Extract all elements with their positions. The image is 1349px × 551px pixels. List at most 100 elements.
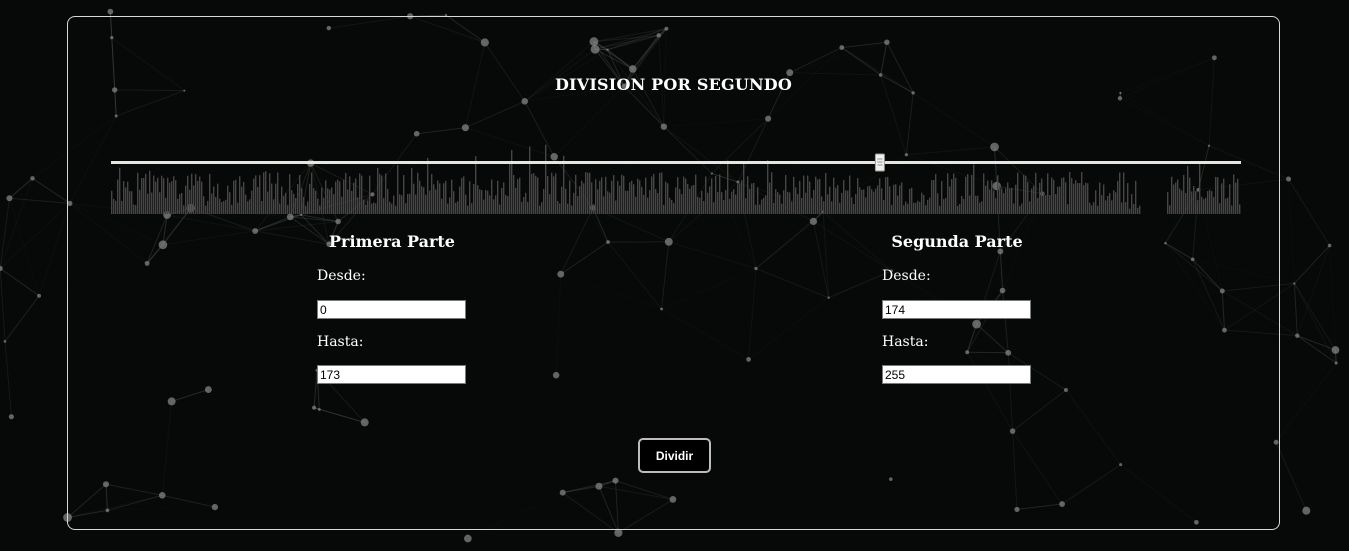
waveform-bar bbox=[947, 173, 949, 214]
waveform-bar bbox=[219, 198, 221, 214]
waveform-bar bbox=[1209, 189, 1211, 214]
waveform-bar bbox=[725, 190, 727, 214]
waveform-bar bbox=[675, 187, 677, 214]
waveform-bar bbox=[891, 205, 893, 214]
waveform-bar bbox=[155, 181, 157, 214]
waveform-bar bbox=[545, 144, 547, 214]
waveform-bar bbox=[1071, 178, 1073, 214]
waveform-bar bbox=[705, 176, 707, 214]
waveform-bar bbox=[823, 201, 825, 214]
waveform-bar bbox=[445, 180, 447, 214]
first-part-from-input[interactable] bbox=[317, 300, 466, 319]
waveform-bar bbox=[523, 196, 525, 214]
waveform-bar bbox=[1225, 198, 1227, 214]
waveform-bar bbox=[569, 180, 571, 214]
divide-button[interactable]: Dividir bbox=[638, 438, 711, 473]
waveform-bar bbox=[685, 178, 687, 214]
waveform-bar bbox=[547, 175, 549, 214]
waveform-bar bbox=[789, 192, 791, 214]
waveform-bar bbox=[197, 181, 199, 214]
waveform-bar bbox=[395, 205, 397, 214]
waveform-bar bbox=[625, 190, 627, 214]
waveform-bar bbox=[679, 188, 681, 214]
waveform-bar bbox=[141, 177, 143, 214]
waveform-bar bbox=[1167, 192, 1169, 214]
waveform-bar bbox=[733, 189, 735, 214]
waveform-bar bbox=[417, 172, 419, 214]
waveform-bar bbox=[125, 187, 127, 214]
waveform-bar bbox=[1215, 177, 1217, 214]
waveform-bar bbox=[577, 196, 579, 214]
waveform-bar bbox=[385, 173, 387, 214]
waveform-bar bbox=[285, 192, 287, 214]
waveform-bar bbox=[511, 150, 513, 214]
waveform-bar bbox=[279, 203, 281, 214]
waveform-bar bbox=[1101, 195, 1103, 214]
waveform-bar bbox=[855, 193, 857, 214]
waveform-bar bbox=[263, 172, 265, 214]
waveform-bar bbox=[1179, 188, 1181, 214]
network-link bbox=[4, 295, 40, 342]
waveform-bar bbox=[1079, 183, 1081, 214]
waveform-bar bbox=[381, 175, 383, 214]
waveform-bar bbox=[1227, 197, 1229, 214]
waveform-bar bbox=[1013, 203, 1015, 214]
waveform-bar bbox=[1017, 172, 1019, 214]
network-node bbox=[1327, 243, 1332, 248]
waveform-bar bbox=[697, 197, 699, 214]
waveform-bar bbox=[457, 201, 459, 214]
waveform-bar bbox=[1073, 183, 1075, 214]
waveform-bar bbox=[359, 173, 361, 214]
second-part-to-input[interactable] bbox=[882, 365, 1031, 384]
waveform-bar bbox=[1087, 183, 1089, 214]
waveform-bar bbox=[403, 175, 405, 214]
waveform-bar bbox=[965, 176, 967, 214]
waveform-bar bbox=[159, 192, 161, 214]
first-part-to-label: Hasta: bbox=[317, 334, 364, 350]
waveform-bar bbox=[807, 175, 809, 214]
waveform-bar bbox=[1129, 208, 1131, 214]
page-title: DIVISION POR SEGUNDO bbox=[554, 75, 793, 94]
waveform-bar bbox=[915, 202, 917, 214]
waveform-bar bbox=[769, 182, 771, 214]
waveform-bar bbox=[635, 196, 637, 214]
waveform-bar bbox=[321, 187, 323, 214]
waveform-bar bbox=[319, 205, 321, 214]
waveform-bar bbox=[345, 172, 347, 214]
waveform-bar bbox=[1173, 184, 1175, 214]
waveform-bar bbox=[1181, 190, 1183, 214]
waveform-bar bbox=[791, 201, 793, 214]
waveform-bar bbox=[503, 182, 505, 214]
waveform-bar bbox=[163, 178, 165, 214]
waveform-bar bbox=[943, 199, 945, 214]
second-part-from-input[interactable] bbox=[882, 300, 1031, 319]
waveform-bar bbox=[603, 196, 605, 214]
waveform-bar bbox=[441, 198, 443, 214]
waveform-bar bbox=[731, 191, 733, 214]
waveform-bar bbox=[1235, 182, 1237, 214]
waveform-bar bbox=[333, 194, 335, 214]
waveform-bar bbox=[871, 189, 873, 214]
waveform-bar bbox=[873, 191, 875, 214]
waveform-bar bbox=[341, 196, 343, 214]
first-part-to-input[interactable] bbox=[317, 365, 466, 384]
waveform-bar bbox=[331, 187, 333, 214]
waveform-bar bbox=[283, 195, 285, 214]
waveform-bar bbox=[409, 193, 411, 214]
waveform-bar bbox=[793, 176, 795, 214]
first-part-from-label: Desde: bbox=[317, 268, 366, 284]
audio-waveform[interactable] bbox=[111, 125, 1241, 215]
waveform-bar bbox=[1133, 203, 1135, 214]
waveform-bar bbox=[987, 180, 989, 214]
waveform-bar bbox=[673, 202, 675, 214]
waveform-bar bbox=[585, 172, 587, 214]
waveform-bar bbox=[1183, 174, 1185, 214]
network-node bbox=[107, 8, 114, 15]
waveform-bar bbox=[451, 179, 453, 214]
waveform-bar bbox=[607, 191, 609, 214]
waveform-bar bbox=[363, 199, 365, 214]
waveform-bar bbox=[357, 197, 359, 214]
waveform-bar bbox=[713, 202, 715, 214]
waveform-bar bbox=[847, 190, 849, 214]
waveform-bar bbox=[293, 193, 295, 214]
